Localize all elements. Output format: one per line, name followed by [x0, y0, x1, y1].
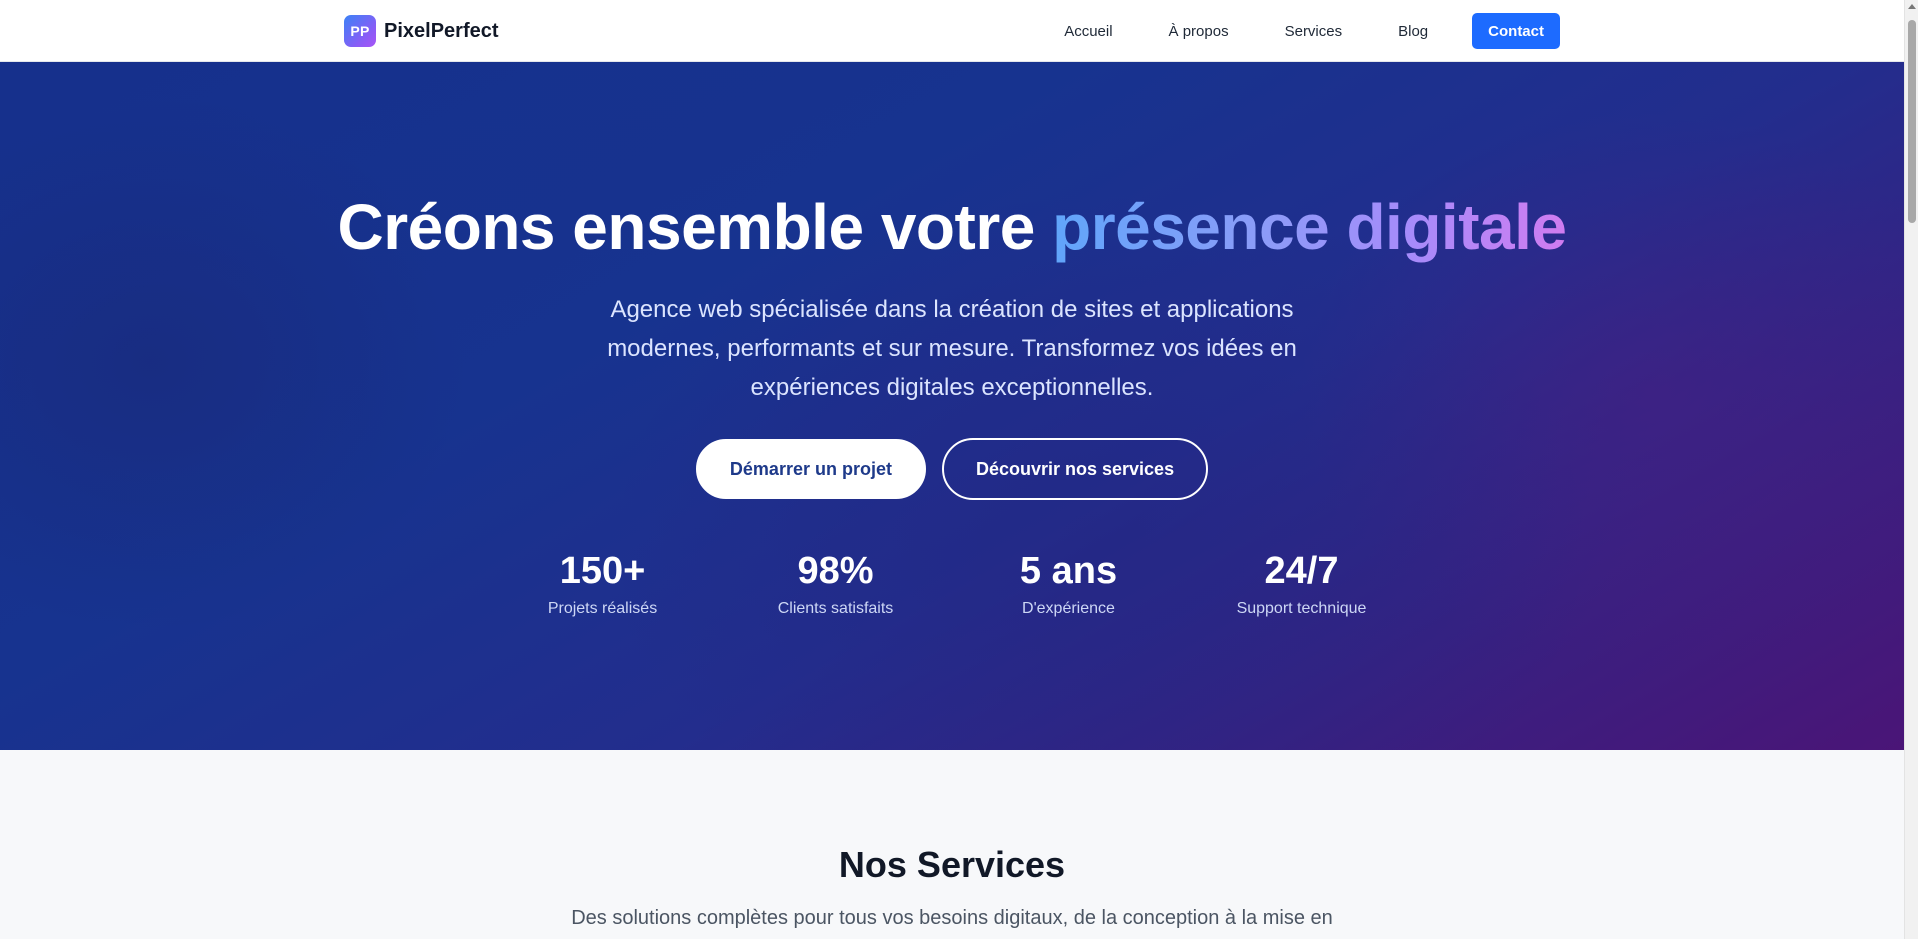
stat-value: 98% — [797, 550, 874, 592]
contact-button[interactable]: Contact — [1472, 13, 1560, 49]
page-scrollbar[interactable] — [1904, 0, 1918, 939]
nav-link-services[interactable]: Services — [1285, 23, 1343, 40]
nav-link-a-propos[interactable]: À propos — [1169, 23, 1229, 40]
scrollbar-thumb[interactable] — [1908, 20, 1916, 223]
hero-title-main: Créons ensemble votre — [337, 191, 1053, 263]
services-title: Nos Services — [838, 844, 1066, 885]
brand-logo-link[interactable]: PP PixelPerfect — [344, 15, 499, 47]
stat-item: 5 ans D'expérience — [952, 548, 1185, 618]
stat-label: Projets réalisés — [547, 600, 658, 617]
stat-label: Support technique — [1236, 600, 1367, 617]
discover-services-button[interactable]: Découvrir nos services — [941, 438, 1209, 500]
scroll-up-arrow-icon[interactable] — [1908, 4, 1916, 9]
nav-link-blog[interactable]: Blog — [1398, 23, 1428, 40]
nav-links: Accueil À propos Services Blog Contact — [1064, 13, 1560, 49]
stat-value: 150+ — [559, 550, 646, 592]
stat-item: 24/7 Support technique — [1185, 548, 1418, 618]
stat-label: Clients satisfaits — [777, 600, 894, 617]
stat-item: 98% Clients satisfaits — [719, 548, 952, 618]
stat-label: D'expérience — [1022, 600, 1115, 617]
top-navbar: PP PixelPerfect Accueil À propos Service… — [0, 0, 1904, 62]
navbar-container: PP PixelPerfect Accueil À propos Service… — [344, 0, 1560, 62]
brand-name: PixelPerfect — [384, 19, 499, 42]
start-project-button[interactable]: Démarrer un projet — [695, 439, 926, 499]
services-subtitle: Des solutions complètes pour tous vos be… — [571, 907, 1333, 939]
stat-value: 5 ans — [1019, 550, 1118, 592]
stat-value: 24/7 — [1264, 550, 1339, 592]
hero-title-accent: présence digitale — [1052, 191, 1567, 263]
nav-link-accueil[interactable]: Accueil — [1064, 23, 1112, 40]
hero-buttons: Démarrer un projet Découvrir nos service… — [0, 438, 1904, 500]
stat-item: 150+ Projets réalisés — [486, 548, 719, 618]
hero-section: Créons ensemble votre présence digitale … — [0, 62, 1904, 750]
hero-title: Créons ensemble votre présence digitale — [0, 190, 1904, 264]
hero-subtitle: Agence web spécialisée dans la création … — [607, 296, 1297, 401]
logo-badge: PP — [344, 15, 376, 47]
hero-stats: 150+ Projets réalisés 98% Clients satisf… — [486, 548, 1418, 618]
